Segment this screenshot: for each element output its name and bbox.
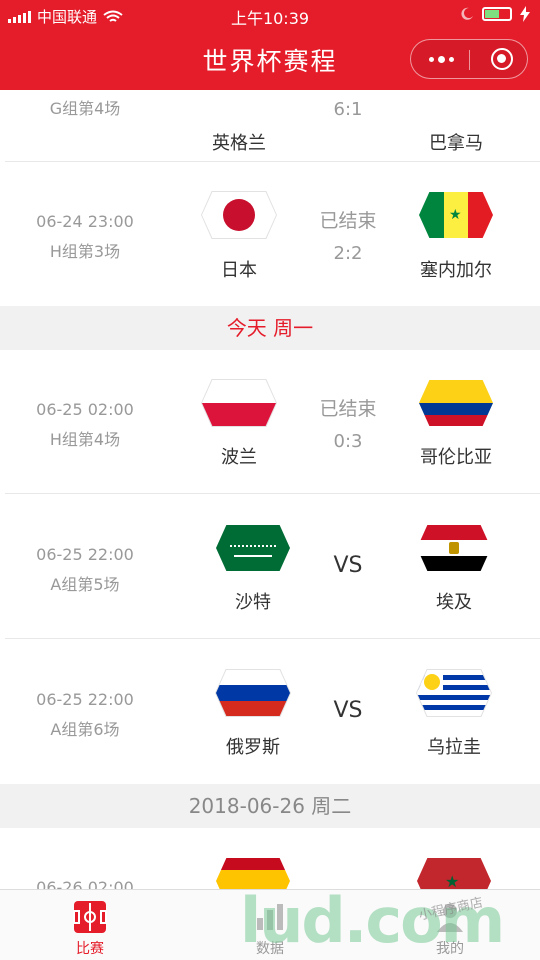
moon-icon (461, 7, 473, 20)
tab-matches[interactable]: 比赛 (30, 890, 150, 960)
more-icon[interactable] (429, 56, 454, 63)
match-status: 已结束 (319, 210, 377, 232)
flag-egypt-icon (417, 525, 491, 571)
home-team-name: 波兰 (221, 447, 257, 468)
tab-label: 比赛 (76, 941, 104, 957)
battery-icon (482, 7, 512, 21)
flag-japan-icon (202, 192, 276, 238)
clock: 上午10:39 (230, 9, 310, 28)
flag-colombia-icon (419, 380, 493, 426)
match-group: A组第6场 (50, 720, 120, 739)
match-score: 6:1 (333, 99, 363, 120)
flag-poland-icon (202, 380, 276, 426)
home-team-name: 日本 (221, 260, 257, 281)
away-team-name: 哥伦比亚 (420, 447, 492, 468)
match-date: 06-24 23:00 (36, 212, 134, 231)
match-group: H组第4场 (49, 430, 121, 449)
flag-uruguay-icon (417, 670, 491, 716)
match-status: 已结束 (319, 398, 377, 420)
status-bar: 中国联通 上午10:39 (0, 0, 540, 30)
away-team-name: 塞内加尔 (420, 260, 492, 281)
day-header: 2018-06-26 周二 (0, 784, 540, 828)
match-row[interactable]: G组第4场 英格兰 6:1 巴拿马 (0, 90, 540, 162)
soccer-field-icon (73, 901, 107, 933)
match-date: 06-25 02:00 (36, 400, 134, 419)
charging-icon (520, 6, 530, 22)
match-group: A组第5场 (50, 575, 120, 594)
flag-russia-icon (216, 670, 290, 716)
match-date: 06-25 22:00 (36, 690, 134, 709)
match-row[interactable]: 06-25 22:00 A组第5场 沙特 VS 埃及 (0, 495, 540, 639)
match-score: 0:3 (333, 431, 363, 452)
miniprogram-capsule (410, 39, 528, 79)
match-score: 2:2 (333, 243, 363, 264)
flag-saudi-icon (216, 525, 290, 571)
vs-label: VS (333, 698, 363, 723)
match-list[interactable]: G组第4场 英格兰 6:1 巴拿马 06-24 23:00 H组第3场 日本 已… (0, 90, 540, 890)
home-team-name: 英格兰 (212, 133, 266, 154)
close-target-icon[interactable] (491, 48, 513, 70)
match-group: H组第3场 (49, 242, 121, 261)
home-team-name: 俄罗斯 (226, 737, 280, 758)
nav-bar: 世界杯赛程 (0, 30, 540, 90)
match-row[interactable]: 06-25 02:00 H组第4场 波兰 已结束 0:3 哥伦比亚 (0, 350, 540, 494)
away-team-name: 巴拿马 (429, 133, 483, 154)
match-date: 06-25 22:00 (36, 545, 134, 564)
away-team-name: 乌拉圭 (427, 737, 481, 758)
match-group: G组第4场 (49, 99, 121, 118)
flag-senegal-icon: ★ (419, 192, 493, 238)
vs-label: VS (333, 553, 363, 578)
away-team-name: 埃及 (436, 592, 472, 613)
match-row[interactable]: 06-26 02:00 ★ (0, 828, 540, 890)
match-row[interactable]: 06-25 22:00 A组第6场 俄罗斯 VS 乌拉圭 (0, 640, 540, 784)
home-team-name: 沙特 (235, 592, 271, 613)
match-row[interactable]: 06-24 23:00 H组第3场 日本 已结束 2:2 ★ 塞内加尔 (0, 162, 540, 306)
day-header: 今天 周一 (0, 306, 540, 350)
